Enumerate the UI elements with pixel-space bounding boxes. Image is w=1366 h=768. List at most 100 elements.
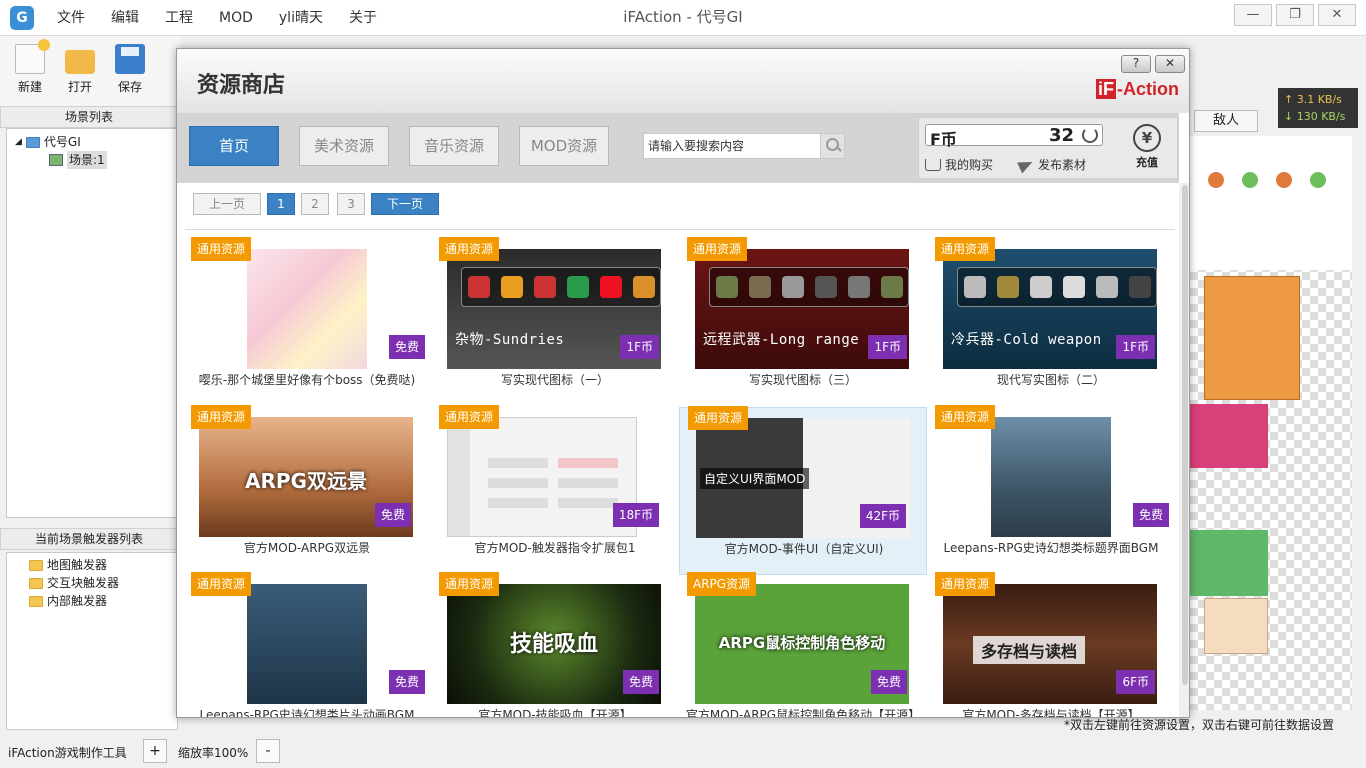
tab-enemy[interactable]: 敌人 — [1194, 110, 1258, 132]
page-3-button[interactable]: 3 — [337, 193, 365, 215]
resource-card[interactable]: ARPG鼠标控制角色移动 ARPG资源 免费 官方MOD-ARPG鼠标控制角色移… — [679, 572, 927, 718]
canvas-hint: *双击左键前往资源设置，双击右键可前往数据设置 — [1064, 718, 1335, 732]
yen-coin-icon: ¥ — [1133, 124, 1161, 152]
tile-wall — [1204, 598, 1268, 654]
project-name: 代号GI — [43, 135, 81, 149]
help-button[interactable]: ? — [1121, 55, 1151, 73]
icon-strip — [461, 267, 661, 307]
thumb-caption: 多存档与读档 — [973, 636, 1086, 664]
card-category-badge: 通用资源 — [935, 237, 996, 261]
publish-link[interactable]: 发布素材 — [1017, 156, 1086, 173]
minimize-button[interactable]: — — [1234, 4, 1272, 26]
resource-card[interactable]: 通用资源 免费 Leepans-RPG史诗幻想类片头动画BGM — [183, 572, 431, 717]
tab-mod[interactable]: MOD资源 — [519, 126, 609, 166]
app-logo-icon: G — [10, 6, 34, 30]
scene-list-header: 场景列表 — [0, 106, 178, 128]
card-price-badge: 1F币 — [620, 335, 659, 359]
tab-art[interactable]: 美术资源 — [299, 126, 389, 166]
send-icon — [1017, 156, 1035, 173]
prev-page-button[interactable]: 上一页 — [193, 193, 261, 215]
thumb-caption: ARPG鼠标控制角色移动 — [718, 634, 886, 652]
resource-card[interactable]: 通用资源 免费 Leepans-RPG史诗幻想类标题界面BGM — [927, 405, 1175, 575]
dialog-scrollbar[interactable] — [1179, 183, 1189, 717]
resource-card[interactable]: 远程武器-Long range gun 通用资源 1F币 写实现代图标（三） — [679, 237, 927, 407]
menu-file[interactable]: 文件 — [44, 0, 98, 36]
new-button[interactable]: 新建 — [8, 39, 52, 95]
zoom-out-button[interactable]: - — [256, 739, 280, 763]
tree-node-project[interactable]: ◢ 代号GI — [15, 133, 177, 151]
card-price-badge: 免费 — [870, 670, 907, 694]
card-category-badge: 通用资源 — [935, 405, 996, 429]
brand-mark: iF — [1096, 79, 1116, 99]
thumb-caption: 杂物-Sundries — [455, 332, 565, 348]
save-button[interactable]: 保存 — [108, 44, 152, 95]
menu-edit[interactable]: 编辑 — [98, 0, 152, 36]
resource-card[interactable]: 技能吸血 通用资源 免费 官方MOD-技能吸血【开源】 — [431, 572, 679, 717]
new-file-icon — [15, 39, 50, 74]
card-title: 官方MOD-ARPG鼠标控制角色移动【开源】 — [685, 708, 921, 718]
trigger-label: 交互块触发器 — [47, 576, 120, 590]
resource-card[interactable]: 通用资源 免费 嘤乐-那个城堡里好像有个boss（免费哒) — [183, 237, 431, 407]
tile-roof-orange — [1204, 276, 1300, 400]
save-label: 保存 — [117, 80, 142, 94]
card-thumbnail — [247, 249, 367, 369]
refresh-icon[interactable] — [1082, 127, 1098, 143]
page-2-button[interactable]: 2 — [301, 193, 329, 215]
restore-button[interactable]: ❐ — [1276, 4, 1314, 26]
search-input[interactable] — [644, 134, 818, 158]
tab-music[interactable]: 音乐资源 — [409, 126, 499, 166]
currency-label: F币 — [930, 130, 957, 149]
tile-roof-green — [1190, 530, 1268, 596]
trigger-item-map[interactable]: 地图触发器 — [29, 556, 177, 574]
thumb-caption: 技能吸血 — [509, 632, 598, 657]
card-category-badge: 通用资源 — [191, 405, 252, 429]
menu-bar: 文件 编辑 工程 MOD yli晴天 关于 — [44, 0, 390, 36]
card-price-badge: 1F币 — [1116, 335, 1155, 359]
scene-image-icon — [49, 154, 63, 166]
folder-icon — [29, 559, 43, 571]
resource-card[interactable]: 多存档与读档 通用资源 6F币 官方MOD-多存档与读档【开源】 — [927, 572, 1175, 717]
card-category-badge: 通用资源 — [687, 237, 748, 261]
trigger-item-block[interactable]: 交互块触发器 — [29, 574, 177, 592]
resource-card[interactable]: ARPG双远景 通用资源 免费 官方MOD-ARPG双远景 — [183, 405, 431, 575]
title-bar: G 文件 编辑 工程 MOD yli晴天 关于 iFAction - 代号GI … — [0, 0, 1366, 36]
card-title: 官方MOD-触发器指令扩展包1 — [474, 541, 636, 555]
open-button[interactable]: 打开 — [58, 44, 102, 95]
resource-card[interactable]: 杂物-Sundries 通用资源 1F币 写实现代图标（一） — [431, 237, 679, 407]
resource-card[interactable]: 冷兵器-Cold weapon 通用资源 1F币 现代写实图标（二） — [927, 237, 1175, 407]
card-category-badge: 通用资源 — [935, 572, 996, 596]
card-category-badge: ARPG资源 — [687, 572, 757, 596]
expand-arrow-icon[interactable]: ◢ — [15, 133, 22, 151]
card-price-badge: 1F币 — [868, 335, 907, 359]
menu-mod[interactable]: MOD — [206, 0, 266, 36]
card-category-badge: 通用资源 — [688, 406, 749, 430]
currency-value: 32 — [1048, 125, 1074, 146]
trigger-list-header: 当前场景触发器列表 — [0, 528, 178, 550]
status-app-name: iFAction游戏制作工具 — [8, 746, 127, 760]
card-category-badge: 通用资源 — [439, 405, 500, 429]
tile-orb — [1208, 172, 1224, 188]
recharge-label: 充值 — [1136, 156, 1158, 169]
menu-about[interactable]: 关于 — [336, 0, 390, 36]
dialog-close-button[interactable]: ✕ — [1155, 55, 1185, 73]
tab-home[interactable]: 首页 — [189, 126, 279, 166]
tree-node-scene[interactable]: 场景:1 — [15, 151, 177, 169]
card-price-badge: 42F币 — [859, 504, 906, 528]
resource-card-selected[interactable]: 自定义UI界面MOD 通用资源 42F币 官方MOD-事件UI（自定义UI) — [679, 406, 927, 575]
search-icon[interactable] — [820, 134, 844, 158]
recharge-button[interactable]: ¥ 充值 — [1123, 124, 1171, 170]
menu-project[interactable]: 工程 — [152, 0, 206, 36]
trigger-item-internal[interactable]: 内部触发器 — [29, 592, 177, 610]
zoom-in-button[interactable]: + — [143, 739, 167, 763]
my-purchases-link[interactable]: 我的购买 — [925, 156, 993, 173]
close-window-button[interactable]: ✕ — [1318, 4, 1356, 26]
main-toolbar: 新建 打开 保存 — [0, 36, 180, 106]
card-category-badge: 通用资源 — [439, 572, 500, 596]
resource-card[interactable]: 通用资源 18F币 官方MOD-触发器指令扩展包1 — [431, 405, 679, 575]
menu-user[interactable]: yli晴天 — [266, 0, 336, 36]
next-page-button[interactable]: 下一页 — [371, 193, 439, 215]
thumb-caption: 自定义UI界面MOD — [700, 468, 810, 489]
page-1-button[interactable]: 1 — [267, 193, 295, 215]
trigger-tree: 地图触发器 交互块触发器 内部触发器 — [6, 552, 178, 730]
network-speed-widget: ↑ 3.1 KB/s ↓ 130 KB/s — [1278, 88, 1358, 128]
